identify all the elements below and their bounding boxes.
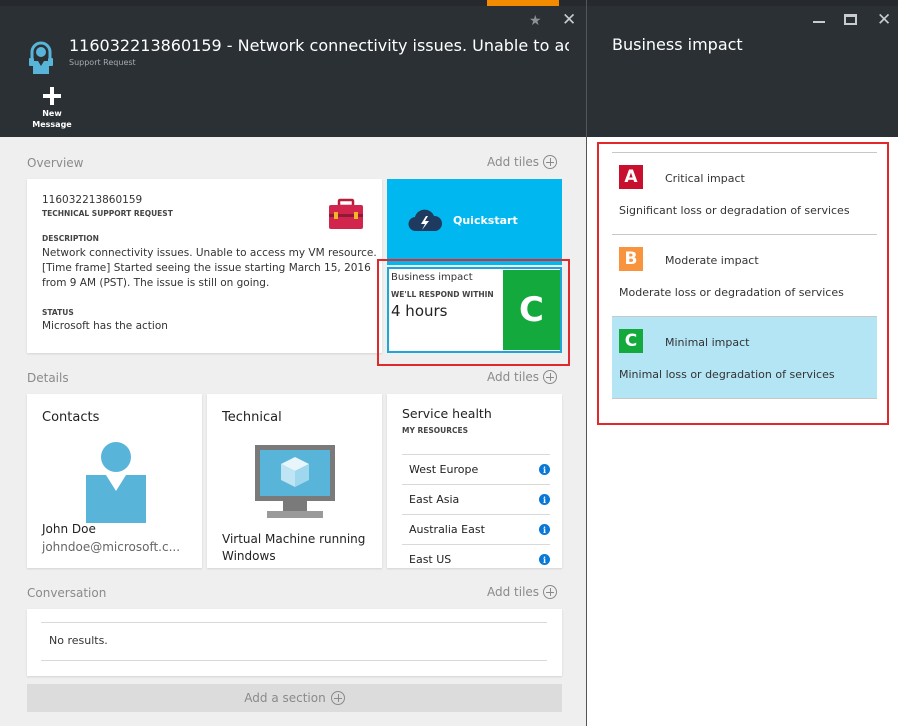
- region-row[interactable]: East US i: [402, 544, 550, 574]
- add-circle-icon: [543, 155, 558, 169]
- technical-title: Technical: [222, 410, 282, 425]
- support-request-icon: [29, 41, 53, 74]
- blade-header: Business impact ✕: [587, 6, 898, 137]
- add-section-button[interactable]: Add a section: [27, 684, 562, 712]
- add-tiles-label: Add tiles: [487, 585, 540, 599]
- blade-subtitle: Support Request: [69, 58, 136, 67]
- add-tiles-label: Add tiles: [487, 370, 540, 384]
- blade-title: 116032213860159 - Network connectivity i…: [69, 36, 569, 55]
- description-text: Network connectivity issues. Unable to a…: [42, 247, 377, 289]
- region-row[interactable]: East Asia i: [402, 484, 550, 514]
- highlight-box: [597, 142, 889, 425]
- ticket-type: TECHNICAL SUPPORT REQUEST: [42, 209, 173, 218]
- close-icon[interactable]: ✕: [877, 10, 891, 30]
- contact-name: John Doe: [42, 522, 96, 536]
- region-list: West Europe i East Asia i Australia East i …: [402, 454, 550, 574]
- region-row[interactable]: West Europe i: [402, 454, 550, 484]
- pin-icon[interactable]: ★: [529, 13, 542, 29]
- details-add-tiles-button[interactable]: Add tiles: [487, 370, 558, 384]
- maximize-icon[interactable]: [844, 14, 857, 25]
- overview-card[interactable]: 116032213860159 TECHNICAL SUPPORT REQUES…: [27, 179, 382, 353]
- contacts-title: Contacts: [42, 410, 100, 425]
- overview-add-tiles-button[interactable]: Add tiles: [487, 155, 558, 169]
- service-health-subtitle: MY RESOURCES: [402, 426, 469, 435]
- plus-icon: [42, 86, 62, 106]
- region-row[interactable]: Australia East i: [402, 514, 550, 544]
- conversation-section-label: Conversation: [27, 586, 107, 600]
- ticket-id: 116032213860159: [42, 194, 143, 206]
- technical-tile[interactable]: Technical Virtual Machine running Window…: [207, 394, 382, 568]
- conversation-card: No results.: [27, 609, 562, 676]
- info-icon[interactable]: i: [539, 464, 550, 475]
- region-name: West Europe: [409, 463, 479, 476]
- new-message-label: New Message: [32, 109, 72, 129]
- technical-resource-label: Virtual Machine running Windows: [222, 532, 366, 563]
- region-name: East US: [409, 553, 452, 566]
- blade-header: ★ ✕ 116032213860159 - Network connectivi…: [0, 6, 586, 137]
- region-name: Australia East: [409, 523, 485, 536]
- close-icon[interactable]: ✕: [562, 10, 576, 30]
- conversation-add-tiles-button[interactable]: Add tiles: [487, 585, 558, 599]
- new-message-button[interactable]: New Message: [28, 86, 76, 130]
- divider: [41, 622, 547, 623]
- region-name: East Asia: [409, 493, 460, 506]
- virtual-machine-icon: [255, 445, 335, 518]
- contact-email: johndoe@microsoft.c...: [42, 540, 181, 554]
- conversation-empty-text: No results.: [49, 634, 108, 647]
- quickstart-label: Quickstart: [453, 214, 518, 227]
- service-health-tile[interactable]: Service health MY RESOURCES West Europe i…: [387, 394, 562, 568]
- blade-title: Business impact: [612, 35, 743, 54]
- add-circle-icon: [543, 370, 558, 384]
- overview-section-label: Overview: [27, 156, 84, 170]
- service-health-title: Service health: [402, 406, 492, 421]
- support-request-blade: ★ ✕ 116032213860159 - Network connectivi…: [0, 0, 586, 726]
- minimize-icon[interactable]: [813, 21, 825, 23]
- info-icon[interactable]: i: [539, 554, 550, 565]
- contacts-tile[interactable]: Contacts John Doe johndoe@microsoft.c...: [27, 394, 202, 568]
- add-section-label: Add a section: [244, 691, 326, 705]
- add-circle-icon: [543, 585, 558, 599]
- divider: [41, 660, 547, 661]
- info-icon[interactable]: i: [539, 524, 550, 535]
- status-text: Microsoft has the action: [42, 320, 168, 332]
- status-heading: STATUS: [42, 308, 74, 317]
- info-icon[interactable]: i: [539, 494, 550, 505]
- details-section-label: Details: [27, 371, 69, 385]
- toolbox-icon: [329, 198, 363, 229]
- person-icon: [86, 442, 146, 523]
- business-impact-blade: Business impact ✕ A Critical impact Sign…: [587, 0, 898, 726]
- add-tiles-label: Add tiles: [487, 155, 540, 169]
- description-heading: DESCRIPTION: [42, 234, 99, 243]
- add-circle-icon: [330, 691, 345, 705]
- cloud-lightning-icon: [408, 209, 443, 232]
- quickstart-tile[interactable]: Quickstart: [387, 179, 562, 265]
- highlight-box: [377, 259, 570, 366]
